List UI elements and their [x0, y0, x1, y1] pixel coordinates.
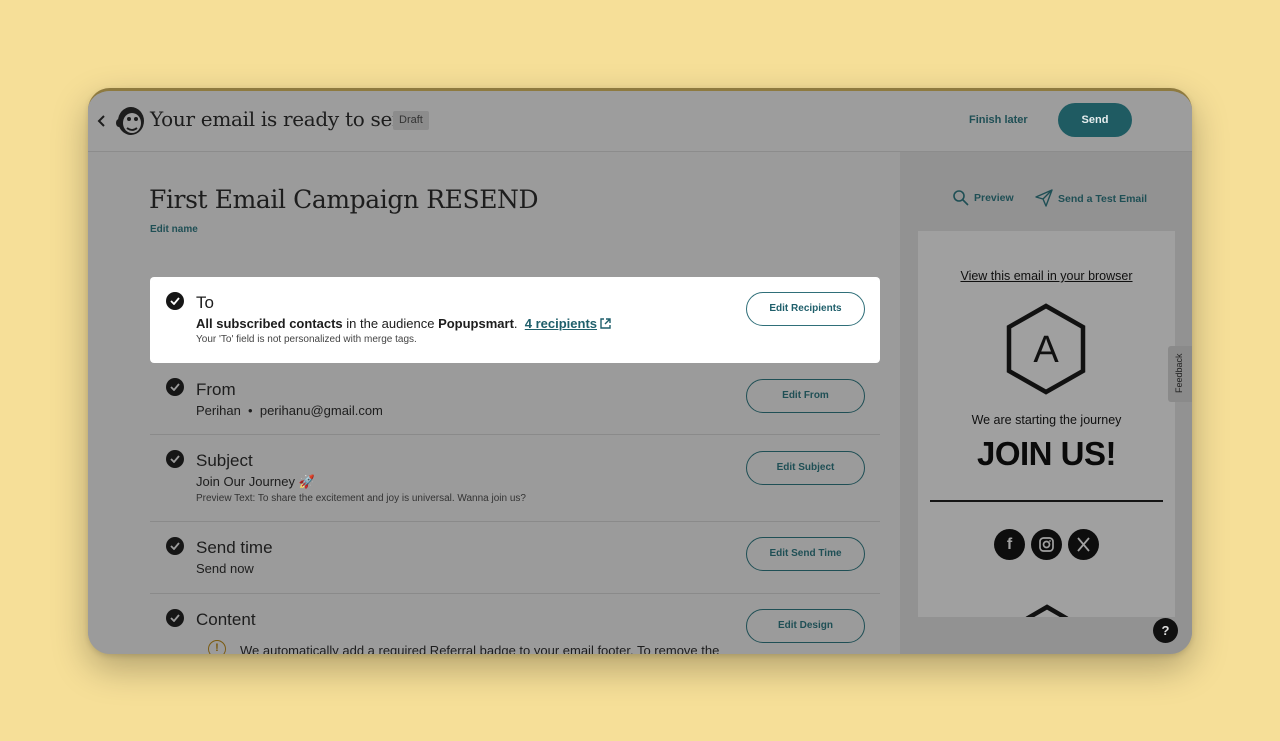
- audience-summary: All subscribed contacts in the audience …: [196, 316, 612, 331]
- from-section: From Perihan • perihanu@gmail.com Edit F…: [150, 363, 880, 435]
- section-heading: Subject: [196, 451, 253, 470]
- send-time-section: Send time Send now Edit Send Time: [150, 522, 880, 594]
- edit-name-link[interactable]: Edit name: [150, 224, 198, 235]
- help-button[interactable]: ?: [1153, 618, 1178, 643]
- section-heading: To: [196, 293, 214, 312]
- referral-badge-warning: We automatically add a required Referral…: [240, 643, 720, 654]
- email-preview: View this email in your browser A We are…: [918, 231, 1175, 617]
- email-preview-pane: Preview Send a Test Email View this emai…: [900, 152, 1192, 654]
- mailchimp-logo-icon[interactable]: [114, 104, 146, 138]
- complete-check-icon: [166, 609, 184, 627]
- section-heading: Content: [196, 610, 256, 629]
- paper-plane-icon: [1035, 189, 1053, 207]
- complete-check-icon: [166, 537, 184, 555]
- brand-hexagon-logo: [1025, 604, 1069, 617]
- back-chevron-icon[interactable]: [94, 113, 110, 129]
- preview-text: Preview Text: To share the excitement an…: [196, 493, 526, 504]
- section-heading: Send time: [196, 538, 273, 557]
- edit-recipients-button[interactable]: Edit Recipients: [746, 292, 865, 326]
- brand-hexagon-logo: A: [1006, 303, 1086, 395]
- app-window: Your email is ready to send! Draft Finis…: [88, 88, 1192, 654]
- svg-text:A: A: [1033, 329, 1059, 371]
- view-in-browser-link[interactable]: View this email in your browser: [918, 269, 1175, 283]
- complete-check-icon: [166, 292, 184, 310]
- external-link-icon: [600, 318, 611, 329]
- recipients-link[interactable]: 4 recipients: [525, 316, 597, 331]
- warning-icon: !: [208, 640, 226, 654]
- top-bar: Your email is ready to send! Draft Finis…: [88, 91, 1192, 152]
- email-headline: JOIN US!: [976, 435, 1117, 472]
- finish-later-button[interactable]: Finish later: [969, 114, 1028, 126]
- preview-button[interactable]: Preview: [952, 189, 1014, 206]
- search-icon: [953, 190, 969, 206]
- send-test-email-button[interactable]: Send a Test Email: [1035, 189, 1147, 207]
- facebook-icon[interactable]: f: [994, 529, 1025, 560]
- status-badge: Draft: [393, 111, 429, 130]
- instagram-icon[interactable]: [1031, 529, 1062, 560]
- campaign-name: First Email Campaign RESEND: [149, 185, 539, 214]
- email-tagline: We are starting the journey: [971, 413, 1122, 427]
- subject-line: Join Our Journey 🚀: [196, 474, 315, 489]
- content-section: Content ! We automatically add a require…: [150, 594, 880, 654]
- edit-from-button[interactable]: Edit From: [746, 379, 865, 413]
- subject-section: Subject Join Our Journey 🚀 Preview Text:…: [150, 435, 880, 522]
- send-time-value: Send now: [196, 561, 254, 576]
- to-section: To All subscribed contacts in the audien…: [150, 277, 880, 363]
- complete-check-icon: [166, 450, 184, 468]
- edit-subject-button[interactable]: Edit Subject: [746, 451, 865, 485]
- sender-info: Perihan • perihanu@gmail.com: [196, 403, 383, 418]
- feedback-tab[interactable]: Feedback: [1168, 346, 1192, 402]
- merge-tag-note: Your 'To' field is not personalized with…: [196, 334, 417, 345]
- complete-check-icon: [166, 378, 184, 396]
- edit-send-time-button[interactable]: Edit Send Time: [746, 537, 865, 571]
- send-button[interactable]: Send: [1058, 103, 1132, 137]
- section-heading: From: [196, 380, 236, 399]
- page-title: Your email is ready to send!: [150, 107, 425, 131]
- edit-design-button[interactable]: Edit Design: [746, 609, 865, 643]
- divider: [930, 500, 1163, 502]
- x-icon[interactable]: [1068, 529, 1099, 560]
- campaign-checklist: First Email Campaign RESEND Edit name To…: [88, 152, 900, 654]
